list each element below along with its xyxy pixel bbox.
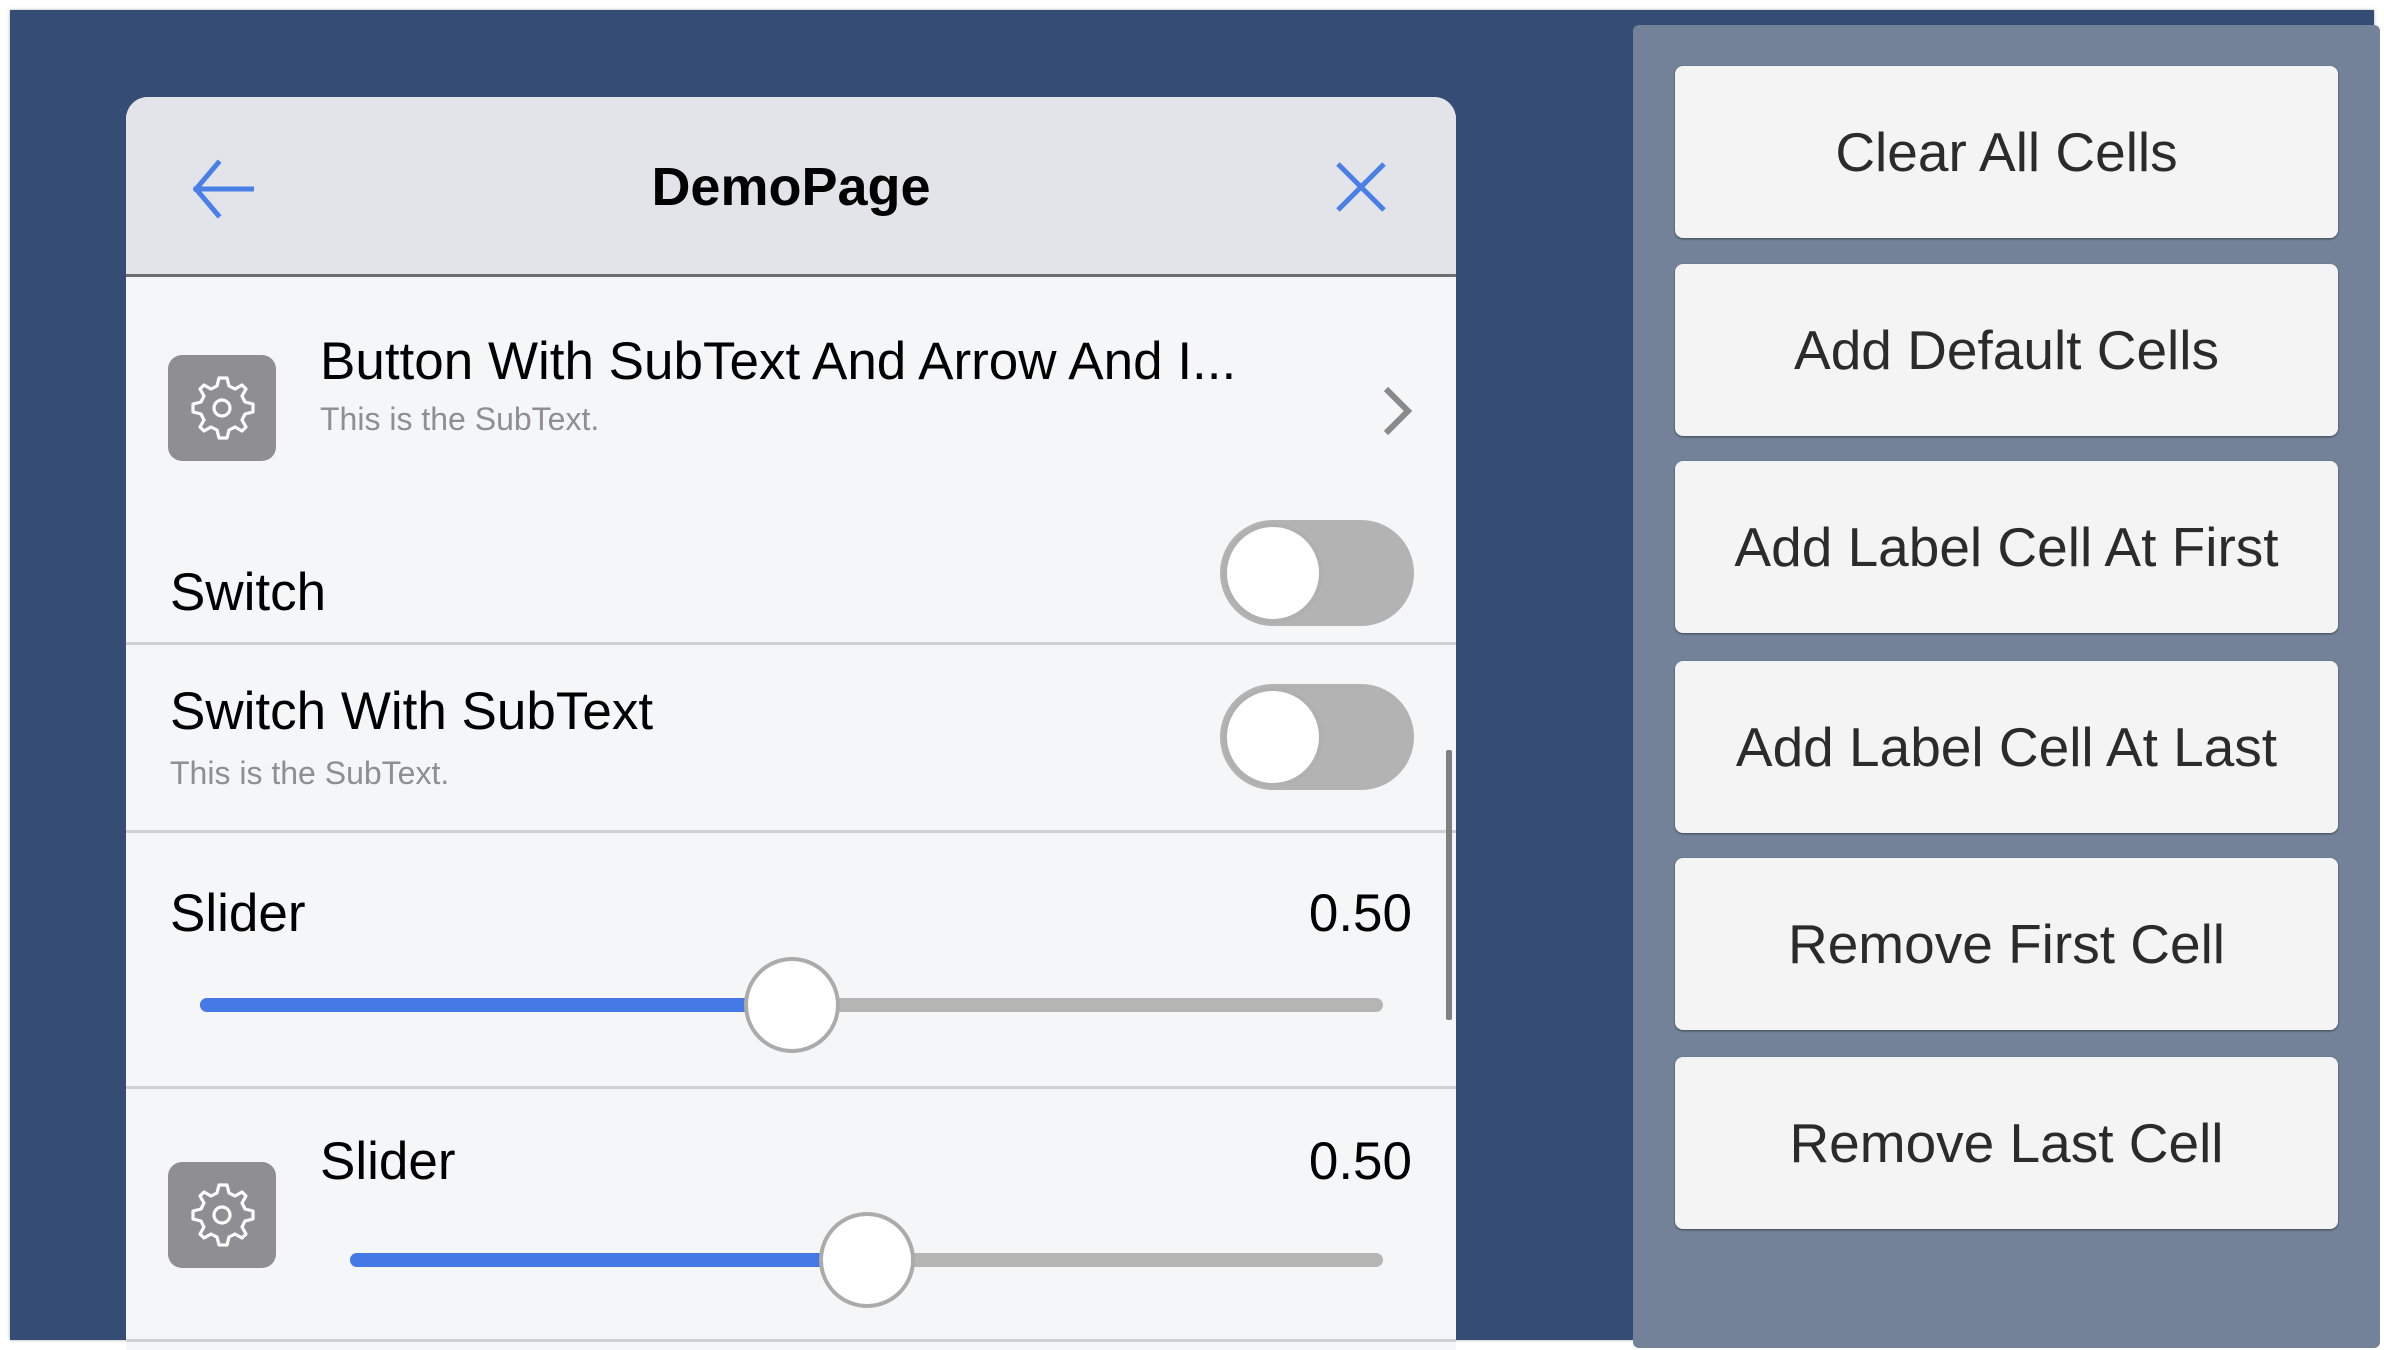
close-button[interactable] <box>1329 155 1393 219</box>
switch-toggle[interactable] <box>1220 520 1414 626</box>
switch-knob <box>1223 687 1323 787</box>
add-label-cell-at-last-button[interactable]: Add Label Cell At Last <box>1675 661 2338 833</box>
list-scrollbar[interactable] <box>1446 750 1452 1020</box>
switch-with-subtext-toggle[interactable] <box>1220 684 1414 790</box>
switch-subtext-cell-title: Switch With SubText <box>170 682 654 741</box>
cell-list: Button With SubText And Arrow And I... T… <box>126 277 1456 1350</box>
switch-knob <box>1223 523 1323 623</box>
slider-icon-cell: Slider 0.50 <box>126 1089 1456 1339</box>
close-x-icon <box>1336 162 1386 212</box>
slider-fill <box>350 1253 867 1267</box>
button-cell[interactable]: Button With SubText And Arrow And I... T… <box>126 277 1456 492</box>
add-label-cell-at-first-button[interactable]: Add Label Cell At First <box>1675 461 2338 633</box>
slider-icon-control[interactable] <box>350 1212 1383 1308</box>
control-panel: Clear All Cells Add Default Cells Add La… <box>1633 25 2380 1348</box>
switch-subtext-cell-subtext: This is the SubText. <box>170 755 450 791</box>
slider-icon-value-readout: 0.50 <box>1308 1132 1412 1191</box>
slider-cell-title: Slider <box>170 884 306 943</box>
chevron-right-icon <box>1383 386 1413 436</box>
button-cell-title: Button With SubText And Arrow And I... <box>320 332 1237 391</box>
page-title: DemoPage <box>651 157 931 217</box>
divider <box>126 1339 1456 1342</box>
remove-last-cell-button[interactable]: Remove Last Cell <box>1675 1057 2338 1229</box>
slider-value-readout: 0.50 <box>1308 884 1412 943</box>
remove-first-cell-button[interactable]: Remove First Cell <box>1675 858 2338 1030</box>
demo-page-panel: DemoPage Button With SubText And Arrow A… <box>126 97 1456 1350</box>
slider-fill <box>200 998 792 1012</box>
switch-cell-title: Switch <box>170 563 327 622</box>
clear-all-cells-button[interactable]: Clear All Cells <box>1675 66 2338 238</box>
app-background: DemoPage Button With SubText And Arrow A… <box>10 10 2380 1350</box>
slider-cell: Slider 0.50 <box>126 833 1456 1086</box>
switch-subtext-cell: Switch With SubText This is the SubText. <box>126 645 1456 831</box>
slider-thumb[interactable] <box>743 957 840 1053</box>
slider-icon-cell-title: Slider <box>320 1132 456 1191</box>
slider-control[interactable] <box>200 957 1383 1053</box>
gear-icon <box>168 1162 276 1268</box>
add-default-cells-button[interactable]: Add Default Cells <box>1675 264 2338 436</box>
navigation-header: DemoPage <box>126 97 1456 277</box>
button-cell-subtext: This is the SubText. <box>320 401 600 437</box>
gear-icon <box>168 355 276 461</box>
slider-thumb[interactable] <box>818 1212 915 1308</box>
